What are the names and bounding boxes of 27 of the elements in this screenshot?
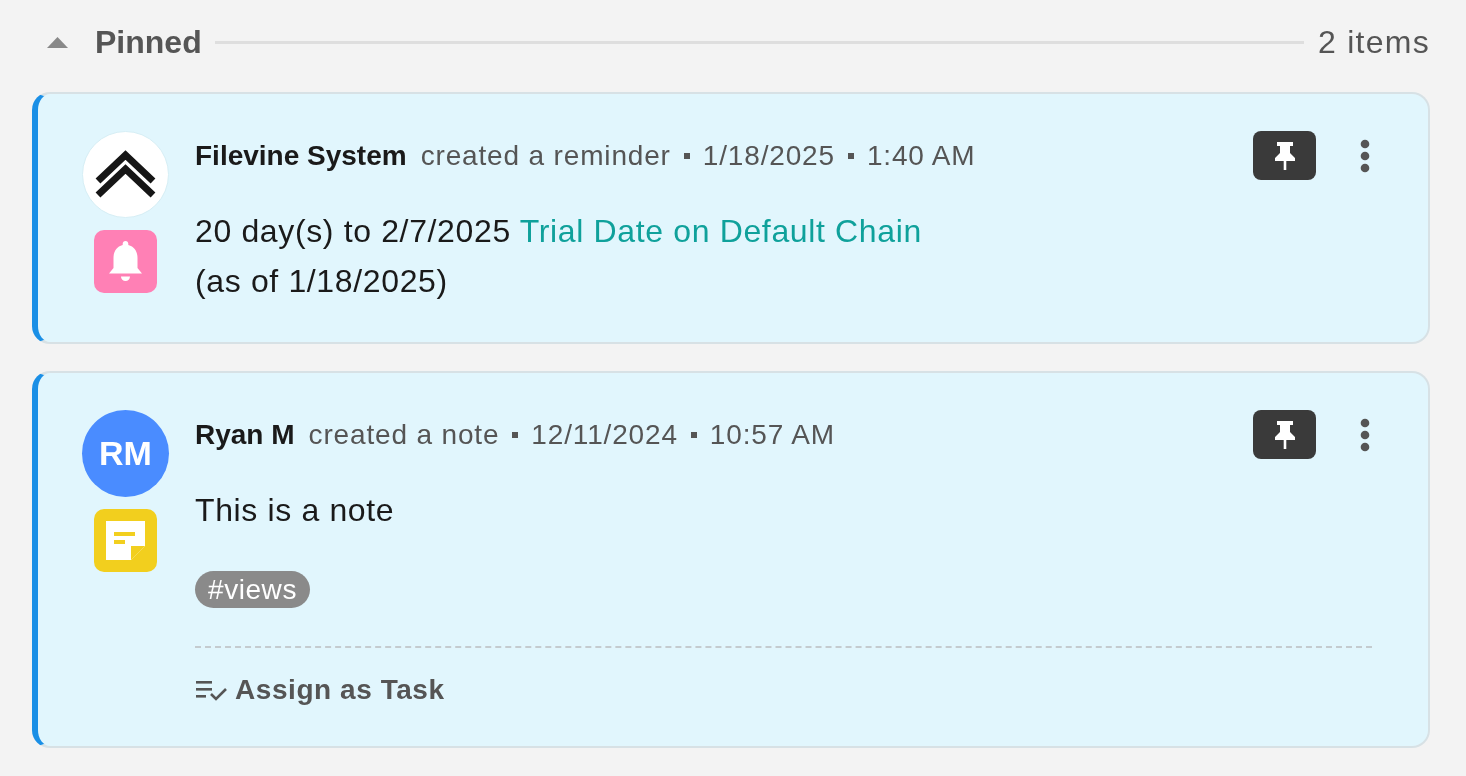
trial-date-link[interactable]: Trial Date on Default Chain bbox=[519, 213, 922, 249]
action-text: created a reminder bbox=[420, 138, 671, 173]
more-icon bbox=[1358, 137, 1372, 174]
hashtag-tag[interactable]: #views bbox=[195, 571, 310, 608]
chevron-logo-icon bbox=[82, 131, 169, 218]
assign-task-button[interactable]: Assign as Task bbox=[195, 670, 445, 710]
author-name: Ryan M bbox=[195, 417, 295, 452]
item-count: 2 items bbox=[1317, 22, 1430, 62]
sticky-note-icon bbox=[94, 509, 157, 572]
time-text: 10:57 AM bbox=[709, 417, 835, 452]
more-options-button[interactable] bbox=[1358, 416, 1372, 453]
date-text: 1/18/2025 bbox=[702, 138, 835, 173]
pin-button[interactable] bbox=[1253, 410, 1316, 459]
caret-icon[interactable] bbox=[47, 36, 68, 48]
date-text: 12/11/2024 bbox=[531, 417, 678, 452]
note-text: This is a note bbox=[195, 491, 396, 530]
checklist-icon bbox=[195, 679, 229, 701]
action-text: created a note bbox=[308, 417, 500, 452]
time-text: 1:40 AM bbox=[866, 138, 976, 173]
author-name: Filevine System bbox=[195, 138, 407, 173]
pin-button[interactable] bbox=[1253, 131, 1316, 180]
more-options-button[interactable] bbox=[1358, 137, 1372, 174]
section-title: Pinned bbox=[95, 22, 202, 62]
bell-icon bbox=[94, 230, 157, 293]
initials-avatar: RM bbox=[82, 410, 169, 497]
more-icon bbox=[1358, 416, 1372, 453]
reminder-text: 20 day(s) to 2/7/2025 Trial Date on Default Chain (as of 1/18/2025) bbox=[195, 212, 923, 301]
